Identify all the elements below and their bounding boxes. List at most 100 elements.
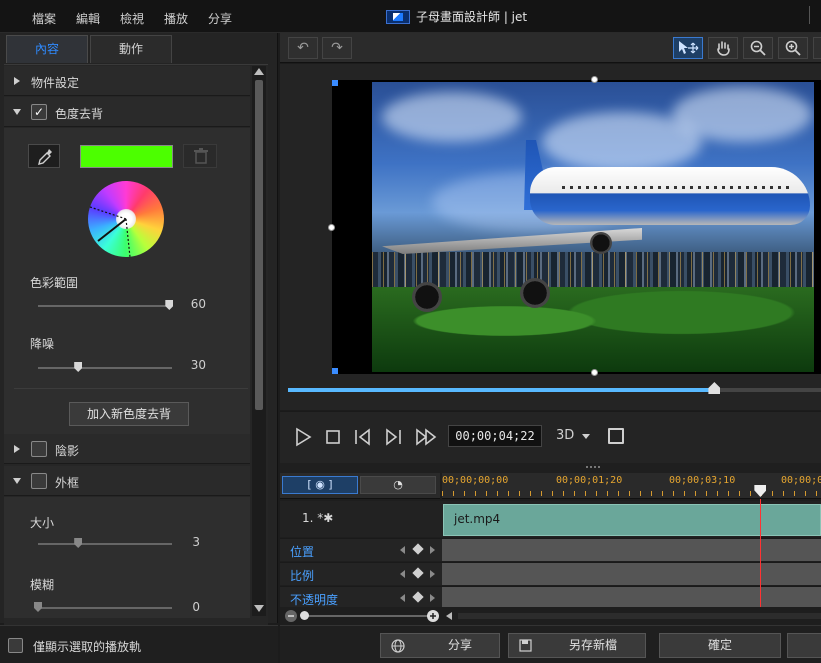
keyframe-row-scale: 比例 (280, 562, 821, 585)
timeline-view-clips-button[interactable]: [ ◉ ] (282, 476, 358, 494)
menu-file[interactable]: 檔案 (32, 10, 56, 27)
fast-forward-icon[interactable] (414, 426, 440, 448)
resize-handle[interactable] (328, 224, 335, 231)
chevron-down-icon[interactable] (582, 434, 590, 439)
border-size-slider[interactable] (38, 543, 172, 545)
video-clip[interactable]: jet.mp4 (443, 504, 821, 536)
next-keyframe-icon[interactable] (430, 570, 435, 578)
shadow-checkbox[interactable] (31, 441, 47, 457)
video-canvas[interactable] (332, 80, 821, 374)
next-frame-icon[interactable] (382, 426, 404, 448)
select-tool-button[interactable] (673, 37, 703, 59)
ruler-label: 00;00;05 (781, 475, 821, 486)
preview-toolbar: ↶ ↷ (280, 33, 821, 63)
properties-scrollbar[interactable] (252, 66, 266, 616)
asterisk-icon: ✱ (323, 511, 334, 525)
timeline-zoom-bar (280, 607, 821, 625)
expand-arrow-icon[interactable] (14, 77, 20, 85)
keyframe-opacity-label[interactable]: 不透明度 (290, 591, 338, 608)
keyframe-scale-label[interactable]: 比例 (290, 567, 314, 584)
color-wheel[interactable] (88, 181, 164, 257)
add-chroma-key-button[interactable]: 加入新色度去背 (69, 402, 189, 426)
redo-button[interactable]: ↷ (322, 37, 352, 59)
cancel-button[interactable] (787, 633, 821, 658)
next-keyframe-icon[interactable] (430, 546, 435, 554)
prev-keyframe-icon[interactable] (400, 546, 405, 554)
section-border[interactable]: 外框 (4, 466, 250, 496)
share-button[interactable]: 分享 (380, 633, 500, 658)
expand-arrow-icon[interactable] (14, 445, 20, 453)
collapse-arrow-icon[interactable] (13, 109, 21, 115)
undo-button[interactable]: ↶ (288, 37, 318, 59)
timeline-zoom-thumb[interactable] (300, 611, 309, 620)
resize-handle[interactable] (591, 76, 598, 83)
scrubber-knob[interactable] (708, 382, 721, 394)
eyedropper-button[interactable] (28, 144, 60, 168)
panel-splitter[interactable] (280, 463, 821, 473)
timecode-display[interactable]: 00;00;04;22 (448, 425, 542, 447)
denoise-slider[interactable] (38, 367, 172, 369)
scrubber-progress (288, 388, 715, 392)
keyframe-lane[interactable] (442, 563, 821, 585)
menu-view[interactable]: 檢視 (120, 10, 144, 27)
toolbar-overflow[interactable] (813, 37, 821, 59)
border-size-value: 3 (192, 535, 200, 549)
add-keyframe-icon[interactable] (412, 543, 424, 555)
section-object-settings-label: 物件設定 (31, 76, 80, 90)
3d-mode-button[interactable]: 3D (556, 428, 574, 443)
previous-frame-icon[interactable] (352, 426, 374, 448)
section-chroma-key[interactable]: ✓ 色度去背 (4, 97, 250, 127)
preview-scrubber[interactable] (288, 382, 821, 394)
window-title-text: 子母畫面設計師 | jet (416, 10, 528, 24)
fullscreen-icon[interactable] (608, 428, 624, 444)
keyframe-position-label[interactable]: 位置 (290, 543, 314, 560)
border-checkbox[interactable] (31, 473, 47, 489)
menu-playback[interactable]: 播放 (164, 10, 188, 27)
keyframe-controls (400, 543, 436, 555)
tab-motion[interactable]: 動作 (90, 35, 172, 63)
ok-button[interactable]: 確定 (659, 633, 781, 658)
zoom-in-icon (785, 40, 801, 56)
section-object-settings[interactable]: 物件設定 (4, 66, 250, 96)
play-icon[interactable] (292, 426, 314, 448)
collapse-arrow-icon[interactable] (13, 478, 21, 484)
menu-share[interactable]: 分享 (208, 10, 232, 27)
show-selected-only-checkbox[interactable] (8, 638, 23, 653)
save-as-label: 另存新檔 (568, 638, 617, 652)
keyframe-lane[interactable] (442, 587, 821, 609)
scroll-up-icon[interactable] (254, 68, 264, 75)
prev-keyframe-icon[interactable] (400, 594, 405, 602)
zoom-out-button[interactable] (743, 37, 773, 59)
color-range-slider[interactable] (38, 305, 172, 307)
chroma-key-checkbox[interactable]: ✓ (31, 104, 47, 120)
hand-tool-button[interactable] (708, 37, 738, 59)
zoom-out-icon[interactable] (284, 609, 298, 623)
timeline-scrollbar[interactable] (458, 613, 821, 619)
scroll-down-icon[interactable] (254, 605, 264, 612)
tab-properties[interactable]: 內容 (6, 35, 88, 63)
resize-handle[interactable] (591, 369, 598, 376)
zoom-in-button[interactable] (778, 37, 808, 59)
keyframe-lane[interactable] (442, 539, 821, 561)
scroll-left-icon[interactable] (446, 612, 452, 620)
keyframe-row-position: 位置 (280, 538, 821, 561)
section-shadow[interactable]: 陰影 (4, 434, 250, 464)
save-as-button[interactable]: 另存新檔 (508, 633, 646, 658)
resize-handle[interactable] (332, 80, 338, 86)
timeline-zoom-slider[interactable] (302, 615, 428, 617)
next-keyframe-icon[interactable] (430, 594, 435, 602)
add-keyframe-icon[interactable] (412, 591, 424, 603)
zoom-in-icon[interactable] (426, 609, 440, 623)
timeline-view-time-button[interactable]: ◔ (360, 476, 436, 494)
add-keyframe-icon[interactable] (412, 567, 424, 579)
denoise-value: 30 (190, 358, 206, 372)
scrollbar-thumb[interactable] (255, 80, 263, 410)
keyframe-controls (400, 591, 436, 603)
prev-keyframe-icon[interactable] (400, 570, 405, 578)
resize-handle[interactable] (332, 368, 338, 374)
key-color-swatch[interactable] (80, 145, 173, 168)
stop-icon[interactable] (322, 426, 344, 448)
delete-key-button[interactable] (183, 144, 217, 168)
border-blur-slider[interactable] (38, 607, 172, 609)
menu-edit[interactable]: 編輯 (76, 10, 100, 27)
